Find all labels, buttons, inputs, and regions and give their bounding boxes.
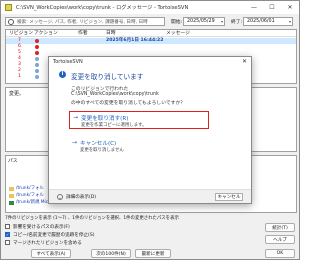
command-subtitle: 変更を作業コピーに適用します。 [81,123,147,128]
dialog-cancel-button[interactable]: キャンセル [215,193,243,201]
revert-confirm-dialog: TortoiseSVN ✕ i 変更を取り消しています このリビジョンで行われた… [48,56,252,204]
minimize-button[interactable]: — [245,1,263,14]
arrow-right-icon: → [73,114,79,121]
revision-node-icon [35,57,39,61]
search-icon [8,18,14,25]
maximize-button[interactable]: ☐ [263,1,281,14]
to-date-picker[interactable]: 2025/06/01 ▾ [243,17,293,26]
checkbox-box-checked: ✓ [5,231,10,237]
revision-number: 1 [18,74,21,79]
folder-icon [9,187,14,191]
show-affected-paths-checkbox[interactable]: 影響を受けるパスの表示(F) [5,223,70,230]
info-icon: i [59,71,66,78]
to-date-value: 2025/06/01 [247,19,275,24]
paths-header[interactable]: パス [8,157,18,164]
checkbox-box [5,240,10,245]
statistics-button[interactable]: 統計(T) [265,223,295,232]
revision-node-icon [35,69,39,73]
dialog-description-line: の中のすべての変更を取り消してもよろしいですか？ [71,101,186,106]
dialog-title: TortoiseSVN [53,59,83,65]
dialog-footer: ⌄ 詳細の表示(D) キャンセル [49,189,251,203]
checkbox-label: コピー/名前変更で履歴の追跡を停止(S) [13,232,95,238]
folder-icon [9,194,14,198]
arrow-right-icon: → [72,139,78,146]
revision-node-icon [35,39,39,43]
revision-node-icon [35,63,39,67]
close-button[interactable]: ✕ [281,1,299,14]
show-details-toggle[interactable]: ⌄ 詳細の表示(D) [57,194,96,200]
checkbox-label: マージされたリビジョンを含める [13,240,82,246]
ok-button[interactable]: OK [265,249,295,258]
revision-node-icon [35,75,39,79]
calendar-dropdown-icon: ▾ [288,19,291,24]
revision-node-icon [35,51,39,55]
stop-on-copy-checkbox[interactable]: ✓ コピー/名前変更で履歴の追跡を停止(S) [5,231,95,238]
column-message[interactable]: メッセージ [166,30,190,37]
cancel-command[interactable]: → キャンセル(C) 変更を取り消しません [69,137,209,155]
window-title: C:\SVN_WorkCopies\work\copy\trunk - ログメッ… [16,5,189,11]
command-title: キャンセル(C) [80,141,117,147]
filter-row: 検索: メッセージ, パス, 作者, リビジョン, 課題番号, 日時, 日時 開… [5,17,297,26]
help-button[interactable]: ヘルプ [265,235,295,244]
dialog-description-line: C:\SVN_WorkCopies\work\copy\trunk [71,92,159,97]
dialog-description-line: このリビジョンで行われた [71,87,129,92]
show-all-button[interactable]: すべて表示(A) [31,249,71,258]
show-details-label: 詳細の表示(D) [66,195,97,200]
from-label: 開始: [171,20,183,25]
from-date-value: 2025/05/29 [187,19,215,24]
tortoisesvn-app-icon [5,4,12,11]
window-controls: — ☐ ✕ [245,1,299,14]
changed-path: /trunk/フォル [16,193,44,198]
command-title: 変更を取り消す(R) [81,116,129,122]
to-label: 終了: [231,20,243,25]
calendar-dropdown-icon: ▾ [220,19,223,24]
log-message-text: 変更。 [9,91,25,97]
revision-node-icon [35,45,39,49]
dialog-close-icon[interactable]: ✕ [242,58,247,65]
checkbox-label: 影響を受けるパスの表示(F) [13,224,70,230]
summary-status: 7件のリビジョンを表示 (1〜7) 、1件のリビジョンを選択、1件の変更されたパ… [5,216,179,221]
chevron-down-icon: ⌄ [57,194,63,200]
search-input[interactable]: 検索: メッセージ, パス, 作者, リビジョン, 課題番号, 日時, 日時 [5,17,165,26]
column-action[interactable]: アクション [34,30,58,37]
changed-path: /trunk/フォル [16,186,44,191]
column-date[interactable]: 日時 [106,30,116,37]
search-placeholder: 検索: メッセージ, パス, 作者, リビジョン, 課題番号, 日時, 日時 [17,19,148,25]
command-subtitle: 変更を取り消しません [80,148,124,153]
include-merged-checkbox[interactable]: マージされたリビジョンを含める [5,239,82,246]
revert-changes-command[interactable]: → 変更を取り消す(R) 変更を作業コピーに適用します。 [69,111,209,129]
revision-list-header: リビジョン アクション 作者 日時 メッセージ [6,30,296,37]
title-bar: C:\SVN_WorkCopies\work\copy\trunk - ログメッ… [1,1,299,14]
refresh-button[interactable]: 最新に更新 [135,249,171,258]
dialog-heading: 変更を取り消しています [71,73,144,81]
next-100-button[interactable]: 次の100件(N) [91,249,131,258]
checkbox-box [5,224,10,229]
from-date-picker[interactable]: 2025/05/29 ▾ [183,17,225,26]
column-author[interactable]: 作者 [78,30,88,37]
column-revision[interactable]: リビジョン [9,30,33,37]
excel-file-icon [9,201,14,205]
